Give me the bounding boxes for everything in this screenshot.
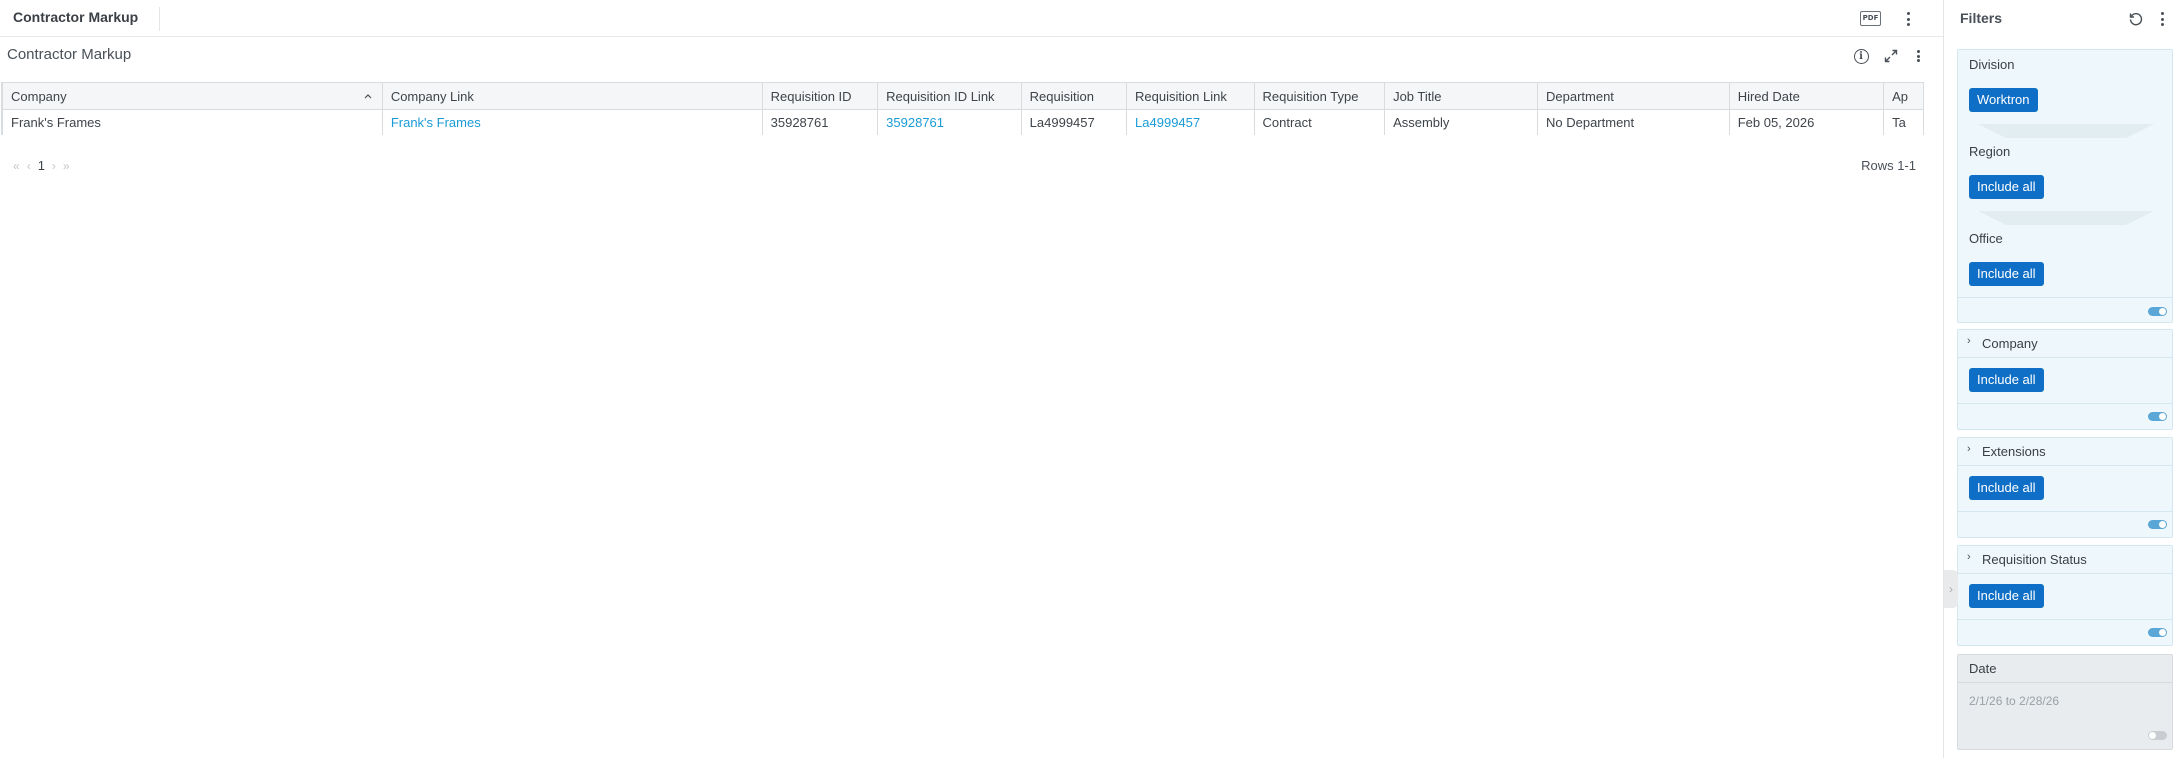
column-header-requisition-link[interactable]: Requisition Link — [1126, 82, 1255, 110]
chevron-right-icon[interactable]: › — [1967, 551, 1971, 563]
column-header-requisition-type[interactable]: Requisition Type — [1253, 82, 1386, 110]
filter-hierarchy-card: Division Worktron Region Include all Off… — [1957, 49, 2174, 323]
expand-icon[interactable] — [1883, 48, 1899, 64]
filter-requisition-status-card: › Requisition Status Include all — [1957, 545, 2173, 646]
card-divider — [1958, 465, 2172, 466]
column-header-company[interactable]: Company — [2, 82, 383, 110]
top-bar: Contractor Markup PDF — [0, 0, 1943, 37]
chevron-right-icon[interactable]: › — [1967, 443, 1971, 455]
column-header-requisition-id[interactable]: Requisition ID — [761, 82, 879, 110]
column-header-label: Company — [11, 88, 67, 104]
rows-count: Rows 1-1 — [1861, 158, 1916, 173]
date-filter-label: Date — [1969, 661, 1997, 676]
hierarchy-arrow-icon — [1958, 124, 2174, 138]
sort-ascending-icon — [364, 94, 372, 99]
requisition-status-value-button[interactable]: Include all — [1969, 584, 2044, 608]
division-value-button[interactable]: Worktron — [1969, 88, 2038, 112]
extensions-value-button[interactable]: Include all — [1969, 476, 2044, 500]
cell-requisition-id: 35928761 — [761, 109, 879, 135]
next-page-icon[interactable]: › — [52, 159, 56, 173]
cell-hired-date: Feb 05, 2026 — [1728, 109, 1885, 135]
current-page-number[interactable]: 1 — [38, 158, 45, 173]
company-toggle[interactable] — [2148, 412, 2167, 421]
pagination: « ‹ 1 › » — [13, 158, 70, 173]
column-header-company-link[interactable]: Company Link — [381, 82, 763, 110]
filters-panel: Filters Division Worktron Region Include… — [1944, 0, 2183, 758]
hierarchy-toggle[interactable] — [2148, 307, 2167, 316]
reset-filters-icon[interactable] — [2127, 10, 2145, 28]
cell-company-link[interactable]: Frank's Frames — [381, 109, 763, 135]
cell-requisition: La4999457 — [1020, 109, 1128, 135]
card-divider — [1958, 357, 2172, 358]
filter-company-card: › Company Include all — [1957, 329, 2173, 430]
region-value-button[interactable]: Include all — [1969, 175, 2044, 199]
column-header-truncated[interactable]: Ap — [1883, 82, 1924, 110]
cell-company: Frank's Frames — [2, 109, 383, 135]
card-divider — [1958, 511, 2172, 512]
dashboard-more-menu-icon[interactable] — [1902, 10, 1914, 28]
collapse-filters-icon[interactable]: › — [1944, 570, 1958, 608]
dashboard-title: Contractor Markup — [13, 9, 139, 25]
card-divider — [1958, 573, 2172, 574]
cell-job-title: Assembly — [1384, 109, 1538, 135]
chevron-right-icon[interactable]: › — [1967, 335, 1971, 347]
previous-page-icon[interactable]: ‹ — [27, 159, 31, 173]
card-divider — [1958, 403, 2172, 404]
column-header-requisition-id-link[interactable]: Requisition ID Link — [877, 82, 1022, 110]
date-toggle[interactable] — [2148, 731, 2167, 740]
cell-requisition-link[interactable]: La4999457 — [1126, 109, 1255, 135]
data-table: Company Company Link Requisition ID Requ… — [1, 82, 1924, 135]
card-divider — [1958, 619, 2172, 620]
main-area: Contractor Markup PDF Contractor Markup … — [0, 0, 1943, 758]
table-row: Frank's Frames Frank's Frames 35928761 3… — [2, 109, 1924, 135]
column-header-department[interactable]: Department — [1536, 82, 1730, 110]
requisition-status-filter-label[interactable]: Requisition Status — [1982, 552, 2087, 567]
date-range-value[interactable]: 2/1/26 to 2/28/26 — [1969, 694, 2059, 708]
filters-more-menu-icon[interactable] — [2156, 10, 2168, 28]
requisition-status-toggle[interactable] — [2148, 628, 2167, 637]
column-header-hired-date[interactable]: Hired Date — [1728, 82, 1885, 110]
info-icon[interactable]: i — [1853, 48, 1869, 64]
widget-more-menu-icon[interactable] — [1912, 48, 1924, 64]
cell-truncated: Ta — [1883, 109, 1924, 135]
cell-department: No Department — [1536, 109, 1730, 135]
last-page-icon[interactable]: » — [63, 159, 70, 173]
column-header-requisition[interactable]: Requisition — [1020, 82, 1128, 110]
region-label: Region — [1969, 144, 2011, 159]
office-value-button[interactable]: Include all — [1969, 262, 2044, 286]
division-label: Division — [1969, 57, 2015, 72]
company-value-button[interactable]: Include all — [1969, 368, 2044, 392]
column-header-job-title[interactable]: Job Title — [1384, 82, 1538, 110]
extensions-filter-label[interactable]: Extensions — [1982, 444, 2046, 459]
hierarchy-arrow-icon — [1978, 211, 2154, 225]
filter-extensions-card: › Extensions Include all — [1957, 437, 2173, 538]
pdf-export-icon[interactable]: PDF — [1860, 11, 1881, 26]
card-divider — [1958, 682, 2172, 683]
company-filter-label[interactable]: Company — [1982, 336, 2038, 351]
extensions-toggle[interactable] — [2148, 520, 2167, 529]
filters-title: Filters — [1960, 10, 2003, 26]
filter-date-card: Date 2/1/26 to 2/28/26 — [1957, 654, 2173, 750]
office-label: Office — [1969, 231, 2003, 246]
first-page-icon[interactable]: « — [13, 159, 20, 173]
cell-requisition-type: Contract — [1253, 109, 1386, 135]
widget-title: Contractor Markup — [7, 46, 132, 63]
table-header-row: Company Company Link Requisition ID Requ… — [2, 82, 1924, 110]
card-divider — [1958, 297, 2172, 298]
cell-requisition-id-link[interactable]: 35928761 — [877, 109, 1022, 135]
title-divider — [159, 7, 160, 31]
